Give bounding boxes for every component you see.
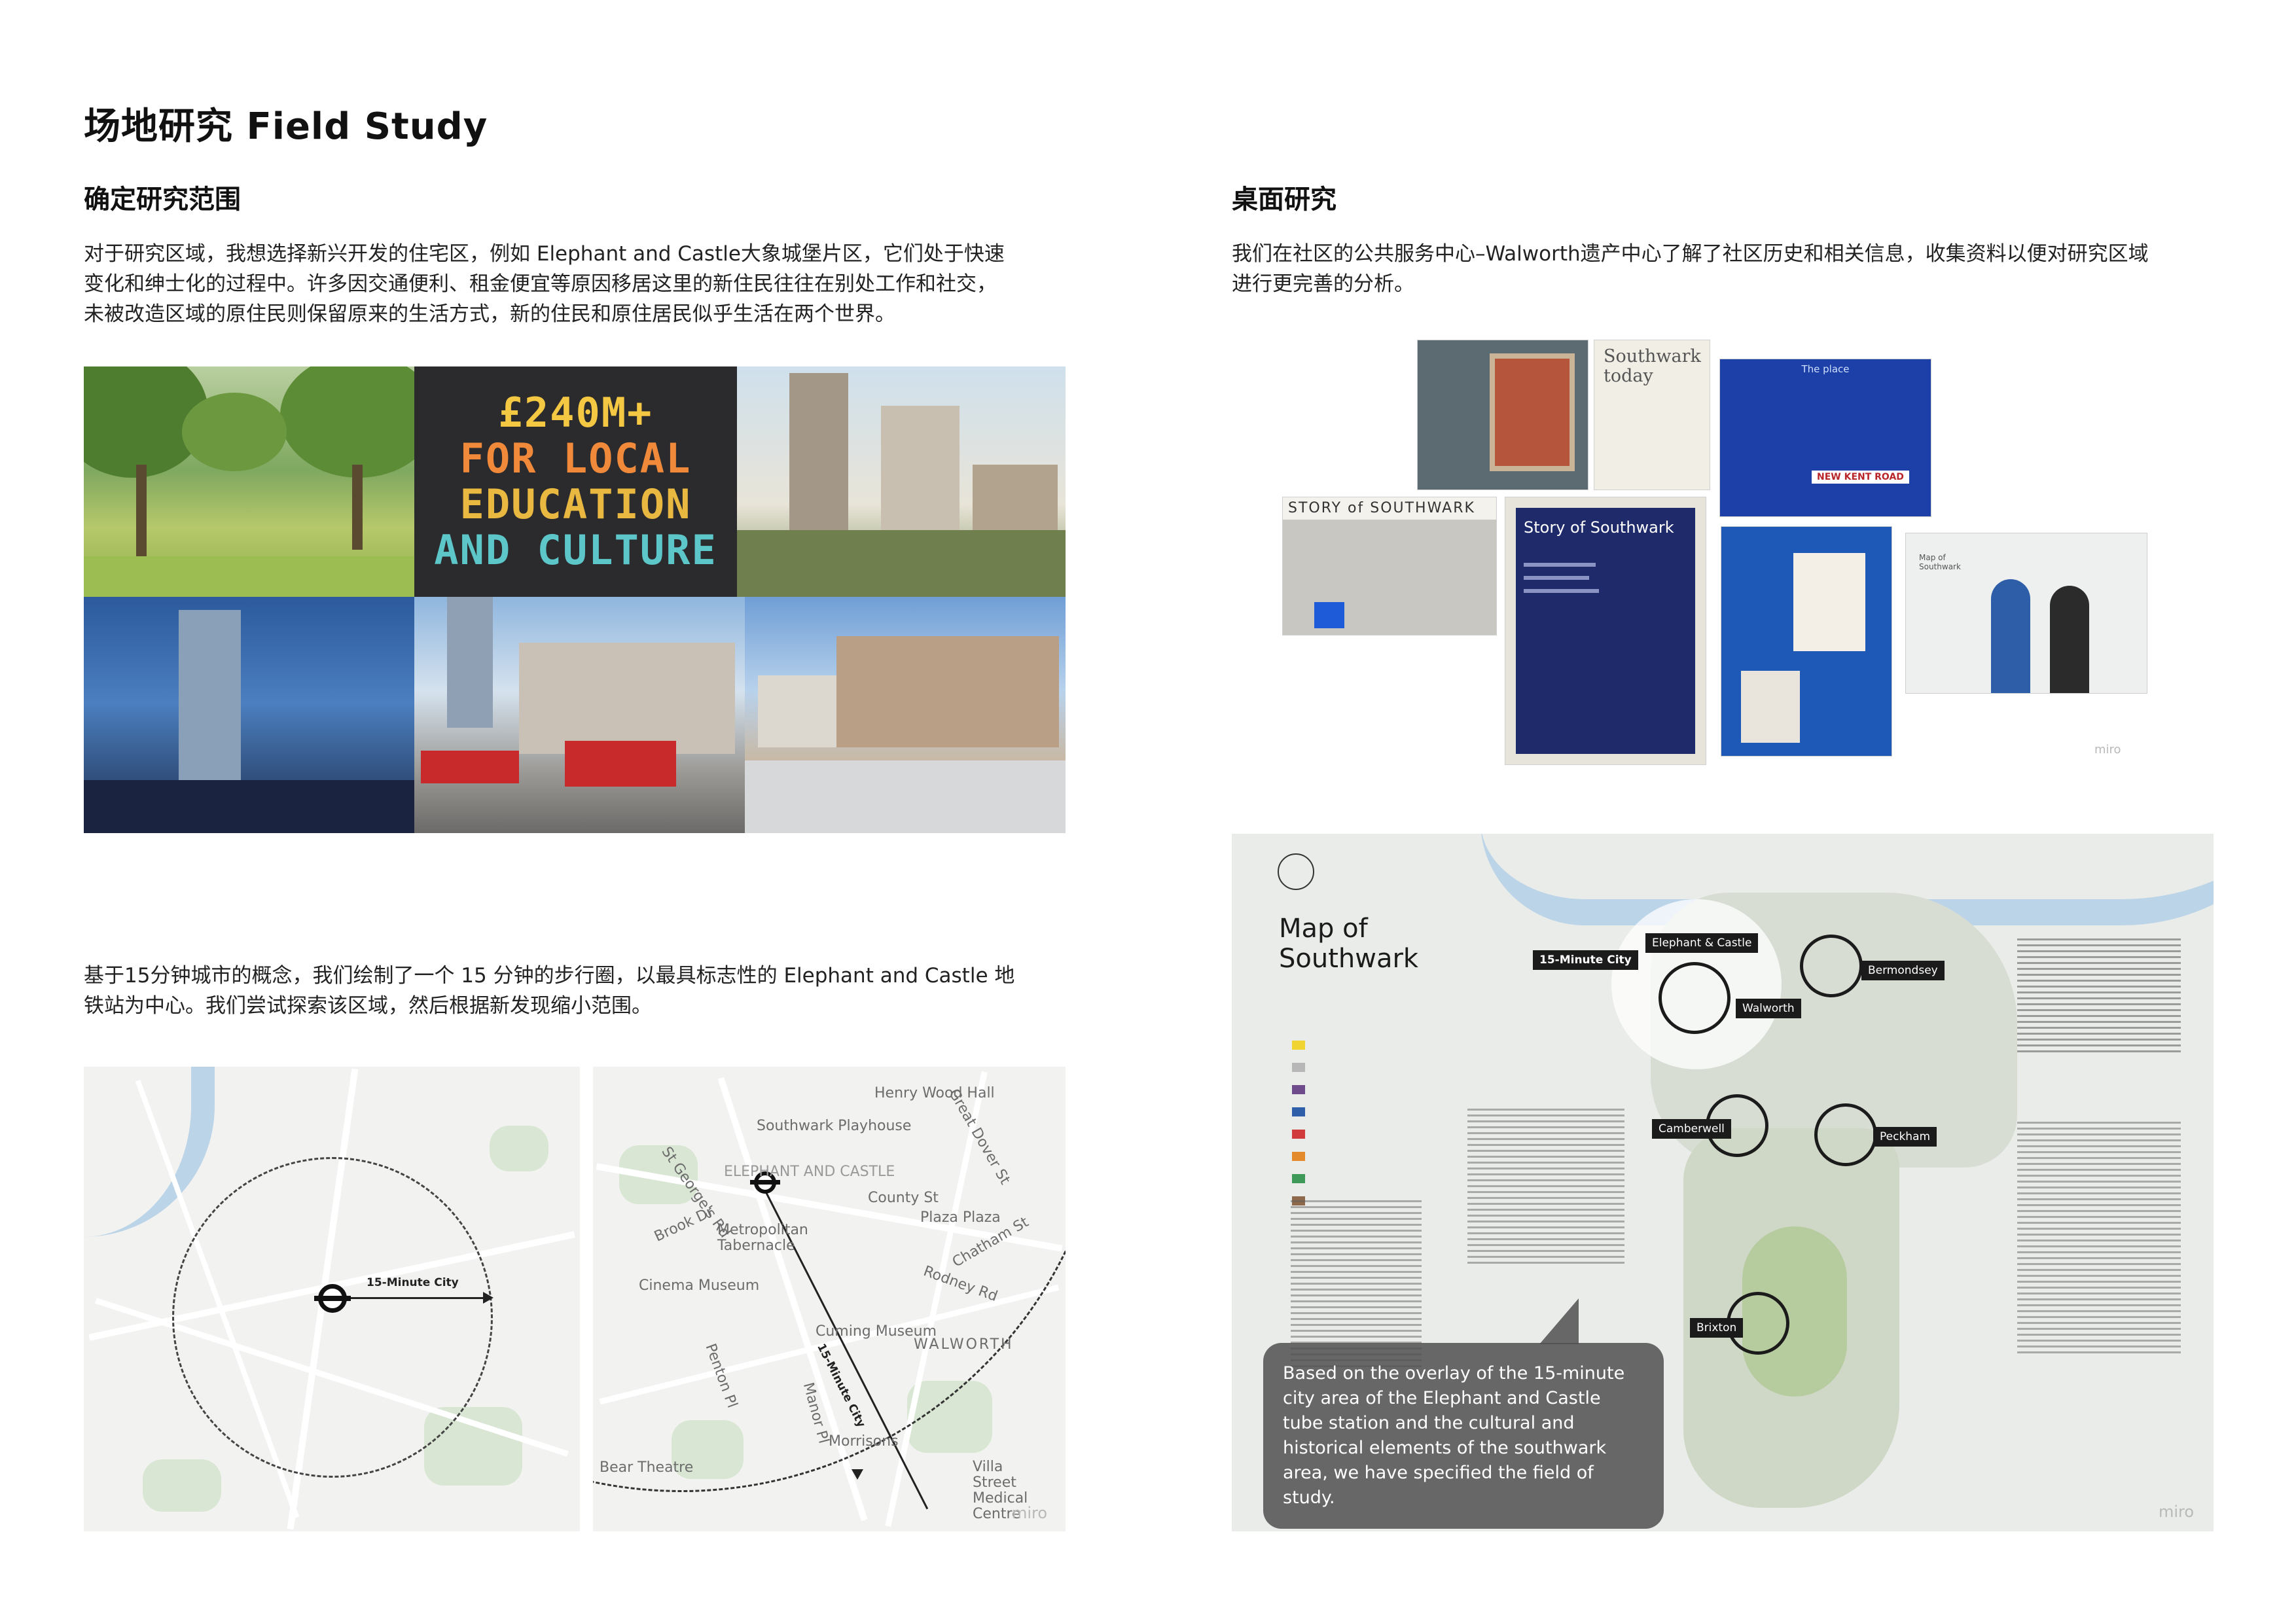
site-photo-collage: £240M+ FOR LOCAL EDUCATION AND CULTURE bbox=[84, 366, 1066, 833]
area-tag: Peckham bbox=[1873, 1127, 1937, 1147]
map-visitors-photo: Map of Southwark bbox=[1906, 533, 2147, 693]
route-arrow-icon bbox=[852, 1469, 863, 1480]
study-area-callout: Based on the overlay of the 15-minute ci… bbox=[1263, 1343, 1664, 1529]
scope-intro-line: 未被改造区域的原住民则保留原来的生活方式，新的住民和原住居民似乎生活在两个世界。 bbox=[84, 302, 895, 326]
scope-intro-line: 变化和绅士化的过程中。许多因交通便利、租金便宜等原因移居这里的新住民往往在别处工… bbox=[84, 272, 997, 296]
poster-line: FOR LOCAL bbox=[459, 435, 692, 482]
scope-intro-line: 对于研究区域，我想选择新兴开发的住宅区，例如 Elephant and Cast… bbox=[84, 242, 1005, 266]
desk-intro-line: 进行更完善的分析。 bbox=[1232, 272, 1414, 296]
place-label: WALWORTH bbox=[914, 1336, 1014, 1353]
walk-radius-map: 15-Minute City bbox=[84, 1067, 580, 1531]
radius-arrow-icon bbox=[483, 1292, 493, 1304]
area-circle bbox=[1659, 962, 1731, 1034]
southwark-today-heading: Southwark today bbox=[1604, 346, 1701, 386]
scope-intro: 对于研究区域，我想选择新兴开发的住宅区，例如 Elephant and Cast… bbox=[84, 239, 1105, 329]
place-label: County St bbox=[868, 1190, 939, 1206]
place-label: ELEPHANT AND CASTLE bbox=[724, 1164, 895, 1180]
page-title: 场地研究 Field Study bbox=[84, 105, 488, 148]
housing-render-photo bbox=[745, 597, 1066, 833]
southwark-today-panel: Southwark today bbox=[1594, 340, 1710, 490]
place-label: Henry Wood Hall bbox=[874, 1085, 995, 1101]
area-tag: Camberwell bbox=[1652, 1119, 1731, 1139]
walk-radius-circle bbox=[172, 1157, 493, 1478]
section-title-desk-research: 桌面研究 bbox=[1232, 185, 1336, 215]
section-title-scope: 确定研究范围 bbox=[84, 185, 241, 215]
exhibit-artwork-photo bbox=[1418, 340, 1588, 490]
walk-intro-line: 铁站为中心。我们尝试探索该区域，然后根据新发现缩小范围。 bbox=[84, 994, 652, 1018]
the-place-label: The place bbox=[1801, 363, 1850, 375]
place-label: Bear Theatre bbox=[600, 1459, 694, 1476]
road-sign-label: NEW KENT ROAD bbox=[1812, 471, 1909, 484]
area-circle bbox=[1814, 1103, 1877, 1166]
city-tag: 15-Minute City bbox=[1533, 950, 1638, 970]
callout-pointer bbox=[1539, 1298, 1579, 1344]
tower-blocks-photo bbox=[737, 366, 1066, 597]
walk-route-map: 15-Minute City Henry Wood Hall Southwark… bbox=[593, 1067, 1066, 1531]
area-tag: Bermondsey bbox=[1861, 961, 1945, 980]
place-label: Morrisons bbox=[829, 1433, 899, 1450]
park-photo bbox=[84, 366, 414, 597]
archive-board-photo bbox=[1721, 527, 1892, 756]
place-label: Southwark Playhouse bbox=[757, 1118, 912, 1134]
map-legend bbox=[1292, 1041, 1305, 1205]
map-title: Map of Southwark bbox=[1279, 914, 1419, 974]
area-tag: Walworth bbox=[1736, 999, 1801, 1018]
strata-tower-photo bbox=[84, 597, 414, 833]
desk-research-intro: 我们在社区的公共服务中心–Walworth遗产中心了解了社区历史和相关信息，收集… bbox=[1232, 239, 2253, 299]
story-panel-photo: Story of Southwark bbox=[1505, 497, 1706, 764]
mini-map-title: Map of Southwark bbox=[1919, 553, 1961, 571]
story-panel-title: Story of Southwark bbox=[1524, 518, 1674, 537]
miro-watermark: miro bbox=[1012, 1504, 1048, 1522]
poster-line: EDUCATION bbox=[459, 480, 692, 528]
place-label: Cinema Museum bbox=[639, 1277, 760, 1294]
story-banner-text: STORY of SOUTHWARK bbox=[1283, 497, 1496, 520]
heritage-centre-photos: Southwark today The place NEW KENT ROAD … bbox=[1283, 337, 2147, 769]
miro-watermark: miro bbox=[2094, 743, 2121, 757]
area-tag: Elephant & Castle bbox=[1645, 933, 1759, 953]
walk-intro-line: 基于15分钟城市的概念，我们绘制了一个 15 分钟的步行圈，以最具标志性的 El… bbox=[84, 964, 1015, 988]
area-circle bbox=[1800, 935, 1863, 997]
river-thames bbox=[84, 1067, 215, 1237]
radius-label: 15-Minute City bbox=[367, 1276, 459, 1289]
story-banner-photo: STORY of SOUTHWARK bbox=[1283, 497, 1496, 635]
radius-line bbox=[334, 1297, 491, 1299]
the-place-display-photo: The place NEW KENT ROAD bbox=[1720, 359, 1931, 516]
desk-intro-line: 我们在社区的公共服务中心–Walworth遗产中心了解了社区历史和相关信息，收集… bbox=[1232, 242, 2149, 266]
place-label: Plaza Plaza bbox=[920, 1209, 1001, 1226]
funding-poster: £240M+ FOR LOCAL EDUCATION AND CULTURE bbox=[414, 366, 737, 597]
poster-line: AND CULTURE bbox=[434, 526, 717, 574]
miro-watermark: miro bbox=[2159, 1503, 2195, 1521]
area-tag: Brixton bbox=[1690, 1318, 1744, 1338]
street-buses-photo bbox=[414, 597, 745, 833]
north-arrow-icon bbox=[1278, 853, 1314, 890]
southwark-map-photo: Map of Southwark 15-Minute City Elephant… bbox=[1232, 834, 2214, 1531]
walk-intro: 基于15分钟城市的概念，我们绘制了一个 15 分钟的步行圈，以最具标志性的 El… bbox=[84, 961, 1105, 1021]
poster-line: £240M+ bbox=[498, 389, 653, 437]
